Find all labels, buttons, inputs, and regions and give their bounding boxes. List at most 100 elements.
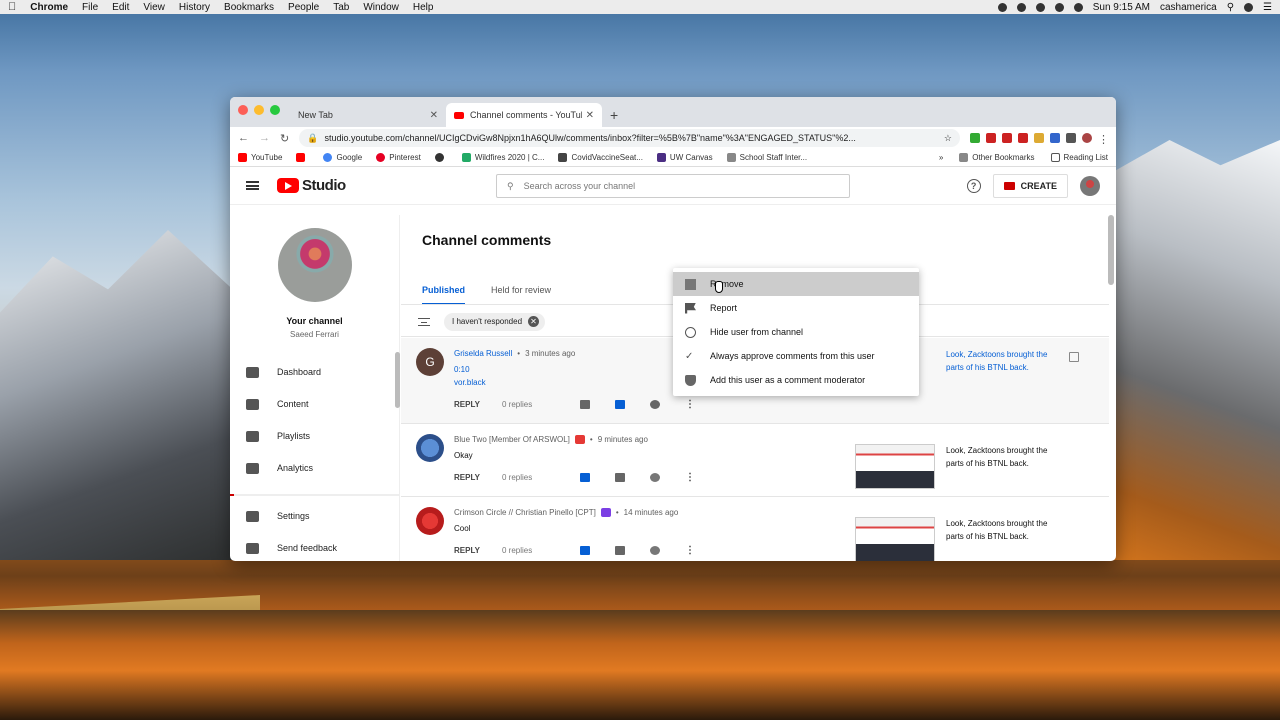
new-tab-button[interactable]: + — [610, 107, 618, 123]
sidebar-item-settings[interactable]: Settings — [230, 500, 399, 532]
sidebar-item-analytics[interactable]: Analytics — [230, 452, 399, 484]
record-icon[interactable] — [997, 2, 1007, 12]
bookmark-covid-vaccine[interactable]: CovidVaccineSeat... — [558, 153, 643, 162]
apple-icon[interactable]:  — [8, 1, 16, 13]
external-link-icon[interactable] — [1069, 352, 1079, 362]
menu-item-add-moderator[interactable]: Add this user as a comment moderator — [673, 368, 919, 392]
menu-file[interactable]: File — [82, 2, 98, 13]
status-icon[interactable] — [1016, 2, 1026, 12]
more-actions-icon[interactable]: ⋮ — [685, 399, 695, 410]
tab-published[interactable]: Published — [422, 285, 466, 305]
sidebar-item-playlists[interactable]: Playlists — [230, 420, 399, 452]
video-thumbnail[interactable] — [855, 444, 935, 489]
video-title[interactable]: Look, Zacktoons brought the parts of his… — [946, 348, 1064, 374]
comment-time[interactable]: 9 minutes ago — [598, 435, 648, 444]
comment-author[interactable]: Griselda Russell — [454, 349, 512, 358]
channel-avatar[interactable] — [277, 228, 352, 302]
kebab-menu-icon[interactable]: ⋮ — [1098, 133, 1109, 146]
bookmark-uw-canvas[interactable]: UW Canvas — [656, 153, 713, 162]
comment-author[interactable]: Crimson Circle // Christian Pinello [CPT… — [454, 508, 596, 517]
tab-channel-comments[interactable]: Channel comments - YouTube ✕ — [446, 103, 602, 127]
menu-view[interactable]: View — [143, 2, 165, 13]
bookmark-globe[interactable] — [434, 153, 448, 162]
extension-icon[interactable] — [1018, 133, 1028, 143]
bookmark-reading-list[interactable]: Reading List — [1050, 153, 1108, 162]
creator-heart-icon[interactable] — [650, 546, 660, 555]
thumbs-down-icon[interactable] — [615, 546, 625, 555]
menu-item-always-approve[interactable]: ✓ Always approve comments from this user — [673, 344, 919, 368]
extension-icon[interactable] — [986, 133, 996, 143]
bookmark-star-icon[interactable]: ☆ — [944, 133, 952, 144]
menu-people[interactable]: People — [288, 2, 319, 13]
video-title[interactable]: Look, Zacktoons brought the parts of his… — [946, 517, 1064, 543]
commenter-avatar[interactable] — [416, 507, 444, 535]
puzzle-icon[interactable] — [1066, 133, 1076, 143]
heart-icon[interactable] — [650, 400, 660, 409]
menu-item-hide-user[interactable]: Hide user from channel — [673, 320, 919, 344]
comment-time[interactable]: 14 minutes ago — [624, 508, 679, 517]
help-icon[interactable]: ? — [966, 179, 981, 193]
sidebar-item-content[interactable]: Content — [230, 388, 399, 420]
siri-icon[interactable] — [1244, 2, 1254, 12]
menu-bookmarks[interactable]: Bookmarks — [224, 2, 274, 13]
extension-icon[interactable] — [1034, 133, 1044, 143]
replies-dropdown[interactable]: 0 replies — [502, 400, 580, 409]
extension-icon[interactable] — [1050, 133, 1060, 143]
sidebar-scrollbar[interactable] — [395, 352, 400, 408]
commenter-avatar[interactable]: G — [416, 348, 444, 376]
remove-filter-icon[interactable]: ✕ — [528, 316, 540, 327]
tab-new-tab[interactable]: New Tab ✕ — [290, 103, 446, 127]
battery-icon[interactable] — [1073, 2, 1083, 12]
back-icon[interactable]: ← — [238, 132, 249, 144]
bookmark-school-staff[interactable]: School Staff Inter... — [726, 153, 807, 162]
menu-edit[interactable]: Edit — [112, 2, 129, 13]
menu-history[interactable]: History — [179, 2, 210, 13]
profile-avatar[interactable] — [1082, 133, 1092, 143]
bookmark-pinterest[interactable]: Pinterest — [376, 153, 421, 162]
reply-button[interactable]: REPLY — [454, 473, 502, 482]
forward-icon[interactable]: → — [259, 132, 270, 144]
video-thumbnail[interactable] — [855, 517, 935, 561]
close-icon[interactable]: ✕ — [430, 110, 438, 121]
menu-tab[interactable]: Tab — [333, 2, 349, 13]
menu-app-name[interactable]: Chrome — [30, 2, 68, 13]
address-bar[interactable]: 🔒 studio.youtube.com/channel/UCIgCDviGw8… — [299, 129, 960, 147]
minimize-window-button[interactable] — [254, 105, 264, 115]
account-avatar[interactable] — [1080, 176, 1100, 196]
menubar-clock[interactable]: Sun 9:15 AM — [1093, 2, 1150, 13]
thumbs-up-icon[interactable] — [580, 400, 590, 409]
page-scrollbar[interactable] — [1108, 215, 1114, 285]
thumbs-up-icon[interactable] — [580, 546, 590, 555]
bookmark-other[interactable]: Other Bookmarks — [959, 153, 1035, 162]
reply-button[interactable]: REPLY — [454, 546, 502, 555]
comment-author[interactable]: Blue Two [Member Of ARSWOL] — [454, 435, 570, 444]
search-input[interactable]: ⚲ Search across your channel — [496, 174, 850, 198]
sidebar-item-dashboard[interactable]: Dashboard — [230, 356, 399, 388]
extension-icon[interactable] — [970, 133, 980, 143]
menu-item-report[interactable]: Report — [673, 296, 919, 320]
sidebar-item-send-feedback[interactable]: Send feedback — [230, 532, 399, 561]
close-icon[interactable]: ✕ — [586, 110, 594, 121]
menubar-user[interactable]: cashamerica — [1160, 2, 1217, 13]
replies-dropdown[interactable]: 0 replies — [502, 473, 580, 482]
menu-help[interactable]: Help — [413, 2, 434, 13]
more-actions-icon[interactable]: ⋮ — [685, 545, 695, 556]
more-actions-icon[interactable]: ⋮ — [685, 472, 695, 483]
replies-dropdown[interactable]: 0 replies — [502, 546, 580, 555]
comment-time[interactable]: 3 minutes ago — [525, 349, 575, 358]
spotlight-icon[interactable]: ⚲ — [1227, 2, 1234, 13]
bluetooth-icon[interactable] — [1035, 2, 1045, 12]
bookmark-youtube-2[interactable] — [296, 153, 309, 162]
bookmark-wildfires[interactable]: Wildfires 2020 | C... — [461, 153, 544, 162]
close-window-button[interactable] — [238, 105, 248, 115]
tab-held-for-review[interactable]: Held for review — [491, 285, 551, 305]
bookmark-google[interactable]: Google — [323, 153, 362, 162]
menu-item-remove[interactable]: Remove — [673, 272, 919, 296]
notification-center-icon[interactable]: ☰ — [1263, 2, 1272, 13]
reply-button[interactable]: REPLY — [454, 400, 502, 409]
hamburger-menu-icon[interactable] — [246, 181, 259, 190]
more-bookmarks-icon[interactable]: » — [939, 153, 943, 162]
creator-heart-icon[interactable] — [650, 473, 660, 482]
thumbs-up-icon[interactable] — [580, 473, 590, 482]
bookmark-youtube[interactable]: YouTube — [238, 153, 282, 162]
